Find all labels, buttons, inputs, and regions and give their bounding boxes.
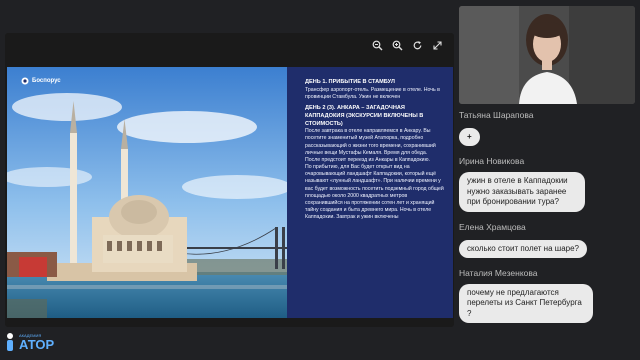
brand-name: Боспорус [32, 78, 61, 84]
zoom-in-icon[interactable] [388, 36, 406, 54]
chat-entry: Ирина Новикова ужин в отеле в Каппадокии… [459, 156, 635, 221]
chat-message: сколько стоит полет на шаре? [459, 239, 587, 258]
zoom-out-icon[interactable] [368, 36, 386, 54]
chat-panel: Татьяна Шарапова + Ирина Новикова ужин в… [459, 110, 635, 333]
logo-title: АТОР [19, 336, 55, 352]
day2-text-3: По прибытию, для Вас будет открыт вид на… [305, 164, 444, 221]
chat-entry: Татьяна Шарапова + [459, 110, 635, 156]
fullscreen-icon[interactable] [428, 36, 446, 54]
chat-message: почему не предлагаются перелеты из Санкт… [459, 283, 593, 324]
chat-author: Елена Храмцова [459, 221, 526, 232]
day2-text-2: После предстоит переезд из Анкары в Капп… [305, 156, 430, 163]
tour-slide: Боспорус ДЕНЬ 1. ПРИБЫТИЕ В СТАМБУЛ Тран… [7, 67, 453, 318]
chat-message: ужин в отеле в Каппадокии нужно заказыва… [459, 172, 585, 212]
itinerary-text: ДЕНЬ 1. ПРИБЫТИЕ В СТАМБУЛ Трансфер аэро… [305, 79, 445, 221]
istanbul-mosque-photo [7, 67, 287, 318]
viewer-toolbar [368, 36, 446, 54]
logo-mark-icon [7, 333, 13, 351]
brand-logo: Боспорус [21, 77, 61, 85]
brand-mark-icon [21, 77, 29, 85]
chat-author: Татьяна Шарапова [459, 110, 534, 120]
chat-entry: Елена Храмцова сколько стоит полет на ша… [459, 222, 635, 268]
chat-author: Наталия Мезенкова [459, 267, 538, 278]
chat-message: + [459, 128, 480, 147]
day2-title: ДЕНЬ 2 (3). АНКАРА – ЗАГАДОЧНАЯ КАППАДОК… [305, 105, 424, 127]
chat-author: Ирина Новикова [459, 156, 525, 167]
chat-entry: Наталия Мезенкова почему не предлагаются… [459, 268, 635, 333]
rotate-icon[interactable] [408, 36, 426, 54]
day1-text: Трансфер аэропорт-отель. Размещение в от… [305, 86, 440, 100]
presentation-viewer: Боспорус ДЕНЬ 1. ПРИБЫТИЕ В СТАМБУЛ Тран… [5, 33, 454, 327]
day2-text-1: После завтрака в отеле направляемся в Ан… [305, 128, 436, 156]
presenter-avatar [459, 6, 635, 104]
day1-title: ДЕНЬ 1. ПРИБЫТИЕ В СТАМБУЛ [305, 79, 395, 85]
ator-academy-logo: АКАДЕМИЯ АТОР [4, 332, 54, 352]
presenter-video [459, 6, 635, 104]
